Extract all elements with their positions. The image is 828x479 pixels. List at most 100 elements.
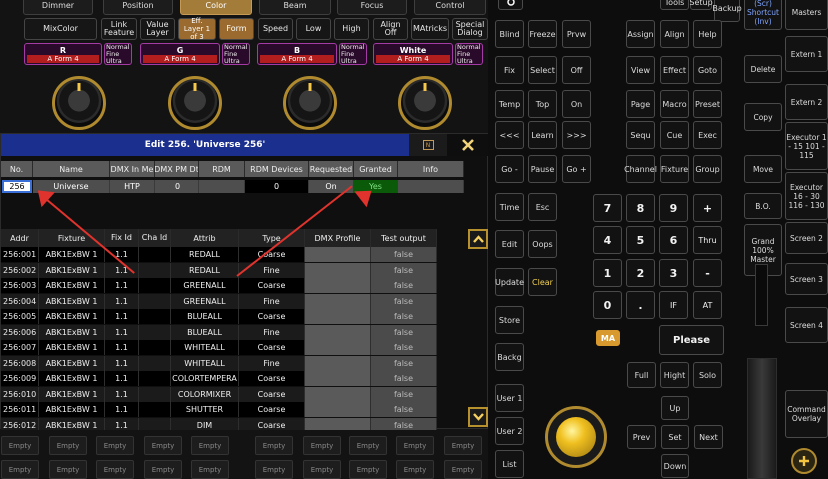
empty-executor-button[interactable]: Empty [49, 436, 87, 455]
key-exec-button[interactable]: Exec [693, 121, 722, 149]
cell-attrib[interactable]: BLUEALL [171, 309, 239, 324]
key-go--button[interactable]: Go - [495, 155, 524, 183]
key-user-1-button[interactable]: User 1 [495, 384, 524, 412]
key---button[interactable]: <<< [495, 121, 524, 149]
cell-addr[interactable]: 256:010 [1, 386, 39, 402]
cell-cha-id[interactable] [139, 417, 171, 430]
keypad-4-button[interactable]: 4 [593, 226, 622, 254]
empty-executor-button[interactable]: Empty [396, 460, 434, 479]
cell-test-output[interactable]: false [371, 293, 437, 309]
encoder-white-bar[interactable]: White A Form 4 [373, 43, 453, 65]
masters-button[interactable]: Masters [785, 0, 828, 30]
info-button[interactable]: N [409, 134, 447, 156]
ma-button[interactable]: MA [596, 330, 620, 346]
empty-executor-button[interactable]: Empty [49, 460, 87, 479]
cell-attrib[interactable]: REDALL [171, 247, 239, 262]
key-preset-button[interactable]: Preset [693, 90, 722, 118]
cell-fix-id[interactable]: 1.1 [105, 309, 139, 324]
copy-button[interactable]: Copy [744, 103, 782, 131]
key-on-button[interactable]: On [562, 90, 591, 118]
encoder-r-bar[interactable]: R A Form 4 [24, 43, 102, 65]
screen-3-button[interactable]: Screen 3 [785, 263, 828, 295]
keypad-at-button[interactable]: AT [693, 291, 722, 319]
cell-fixture[interactable]: ABK1ExBW 1 [39, 278, 105, 293]
scroll-down-button[interactable] [468, 407, 488, 427]
top-dot-button[interactable] [498, 0, 523, 10]
keypad-if-button[interactable]: IF [659, 291, 688, 319]
link-feature-button[interactable]: Link Feature [101, 18, 137, 40]
empty-executor-button[interactable]: Empty [349, 460, 387, 479]
empty-executor-button[interactable]: Empty [144, 436, 182, 455]
cell-type[interactable]: Fine [239, 355, 305, 371]
key-off-button[interactable]: Off [562, 56, 591, 84]
tab-beam[interactable]: Beam [259, 0, 331, 15]
align-off-button[interactable]: Align Off [373, 18, 408, 40]
high-button[interactable]: High [334, 18, 369, 40]
empty-executor-button[interactable]: Empty [255, 436, 293, 455]
key-channel-button[interactable]: Channel [624, 155, 657, 183]
cell-test-output[interactable]: false [371, 371, 437, 386]
cell-test-output[interactable]: false [371, 386, 437, 402]
key-top-button[interactable]: Top [528, 90, 557, 118]
cell-dmx-profile[interactable] [305, 262, 371, 278]
cell-cha-id[interactable] [139, 309, 171, 324]
close-button[interactable] [447, 134, 489, 156]
encoder-knob-4[interactable] [398, 76, 452, 130]
cell-type[interactable]: Coarse [239, 371, 305, 386]
cell-fixture[interactable]: ABK1ExBW 1 [39, 309, 105, 324]
dmx-pm-cell[interactable]: 0 [155, 180, 199, 193]
key-user-2-button[interactable]: User 2 [495, 417, 524, 445]
table-row[interactable]: 256:004 ABK1ExBW 1 1.1 GREENALL Fine false [1, 293, 463, 309]
encoder-b-mode[interactable]: Normal Fine Ultra [339, 43, 367, 65]
keypad-6-button[interactable]: 6 [659, 226, 688, 254]
cell-fix-id[interactable]: 1.1 [105, 371, 139, 386]
keypad-thru-button[interactable]: Thru [693, 226, 722, 254]
cell-addr[interactable]: 256:011 [1, 402, 39, 417]
table-row[interactable]: 256:007 ABK1ExBW 1 1.1 WHITEALL Coarse false [1, 340, 463, 355]
encoder-g-bar[interactable]: G A Form 4 [140, 43, 220, 65]
cell-type[interactable]: Coarse [239, 417, 305, 430]
key-update-button[interactable]: Update [495, 268, 524, 296]
cell-dmx-profile[interactable] [305, 371, 371, 386]
cell-attrib[interactable]: GREENALL [171, 293, 239, 309]
cell-type[interactable]: Fine [239, 324, 305, 340]
key-backup-button[interactable]: Backup [712, 0, 742, 22]
empty-executor-button[interactable]: Empty [303, 436, 341, 455]
cell-attrib[interactable]: SHUTTER [171, 402, 239, 417]
keypad-5-button[interactable]: 5 [626, 226, 655, 254]
key-effect-button[interactable]: Effect [660, 56, 689, 84]
please-button[interactable]: Please [659, 325, 724, 355]
low-button[interactable]: Low [296, 18, 331, 40]
table-row[interactable]: 256:009 ABK1ExBW 1 1.1 COLORTEMPERA Coarse fa… [1, 371, 463, 386]
keypad-1-button[interactable]: 1 [593, 259, 622, 287]
rdm-cell[interactable] [199, 180, 245, 193]
cell-dmx-profile[interactable] [305, 247, 371, 262]
key-pause-button[interactable]: Pause [528, 155, 557, 183]
encoder-knob-1[interactable] [52, 76, 106, 130]
set-button[interactable]: Set [661, 425, 689, 449]
cell-type[interactable]: Coarse [239, 309, 305, 324]
key-oops-button[interactable]: Oops [528, 230, 557, 258]
keypad-plus-button[interactable]: + [693, 194, 722, 222]
key-list-button[interactable]: List [495, 450, 524, 478]
cell-type[interactable]: Coarse [239, 386, 305, 402]
key-freeze-button[interactable]: Freeze [528, 20, 557, 48]
prev-button[interactable]: Prev [627, 425, 656, 449]
cell-test-output[interactable]: false [371, 278, 437, 293]
table-row[interactable]: 256:005 ABK1ExBW 1 1.1 BLUEALL Coarse false [1, 309, 463, 324]
tab-dimmer[interactable]: Dimmer [23, 0, 93, 15]
cell-attrib[interactable]: WHITEALL [171, 355, 239, 371]
key-edit-button[interactable]: Edit [495, 230, 524, 258]
key-setup-button[interactable]: Setup [689, 0, 713, 10]
cell-cha-id[interactable] [139, 247, 171, 262]
cell-cha-id[interactable] [139, 355, 171, 371]
cell-addr[interactable]: 256:001 [1, 247, 39, 262]
empty-executor-button[interactable]: Empty [144, 460, 182, 479]
cell-attrib[interactable]: WHITEALL [171, 340, 239, 355]
key-assign-button[interactable]: Assign [626, 20, 655, 48]
encoder-b-bar[interactable]: B A Form 4 [257, 43, 337, 65]
key-group-button[interactable]: Group [693, 155, 722, 183]
key-learn-button[interactable]: Learn [528, 121, 557, 149]
cell-attrib[interactable]: COLORMIXER [171, 386, 239, 402]
key-select-button[interactable]: Select [528, 56, 557, 84]
